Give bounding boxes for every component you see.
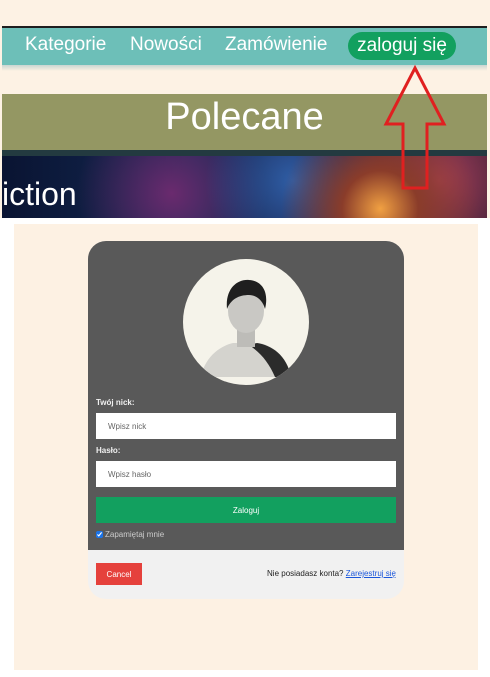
nick-label: Twój nick:: [96, 398, 135, 407]
nav-item-nowosci[interactable]: Nowości: [130, 34, 202, 56]
login-submit-button[interactable]: Zaloguj: [96, 497, 396, 523]
nick-input[interactable]: [96, 413, 396, 439]
banner-title: iction: [2, 176, 77, 212]
remember-me-checkbox[interactable]: [96, 531, 103, 538]
red-arrow-up-icon: [383, 64, 447, 190]
login-form-panel: Twój nick: Hasło: Zaloguj Zapamiętaj mni…: [88, 241, 404, 550]
login-nav-button[interactable]: zaloguj się: [348, 32, 456, 60]
password-label: Hasło:: [96, 446, 121, 455]
no-account-text: Nie posiadasz konta?: [267, 569, 344, 578]
nav-item-zamowienie[interactable]: Zamówienie: [225, 34, 327, 56]
remember-me-option[interactable]: Zapamiętaj mnie: [96, 530, 164, 539]
nav-item-kategorie[interactable]: Kategorie: [25, 34, 106, 56]
login-modal: Twój nick: Hasło: Zaloguj Zapamiętaj mni…: [88, 241, 404, 599]
password-input[interactable]: [96, 461, 396, 487]
top-screenshot: Kategorie Nowości Zamówienie zaloguj się…: [0, 0, 490, 218]
register-link[interactable]: Zarejestruj się: [346, 569, 396, 578]
remember-me-label: Zapamiętaj mnie: [105, 530, 165, 539]
register-prompt: Nie posiadasz konta? Zarejestruj się: [267, 569, 396, 578]
avatar: [183, 259, 309, 385]
user-silhouette-icon: [201, 279, 291, 377]
login-nav-label: zaloguj się: [357, 35, 447, 56]
cancel-button[interactable]: Cancel: [96, 563, 142, 585]
